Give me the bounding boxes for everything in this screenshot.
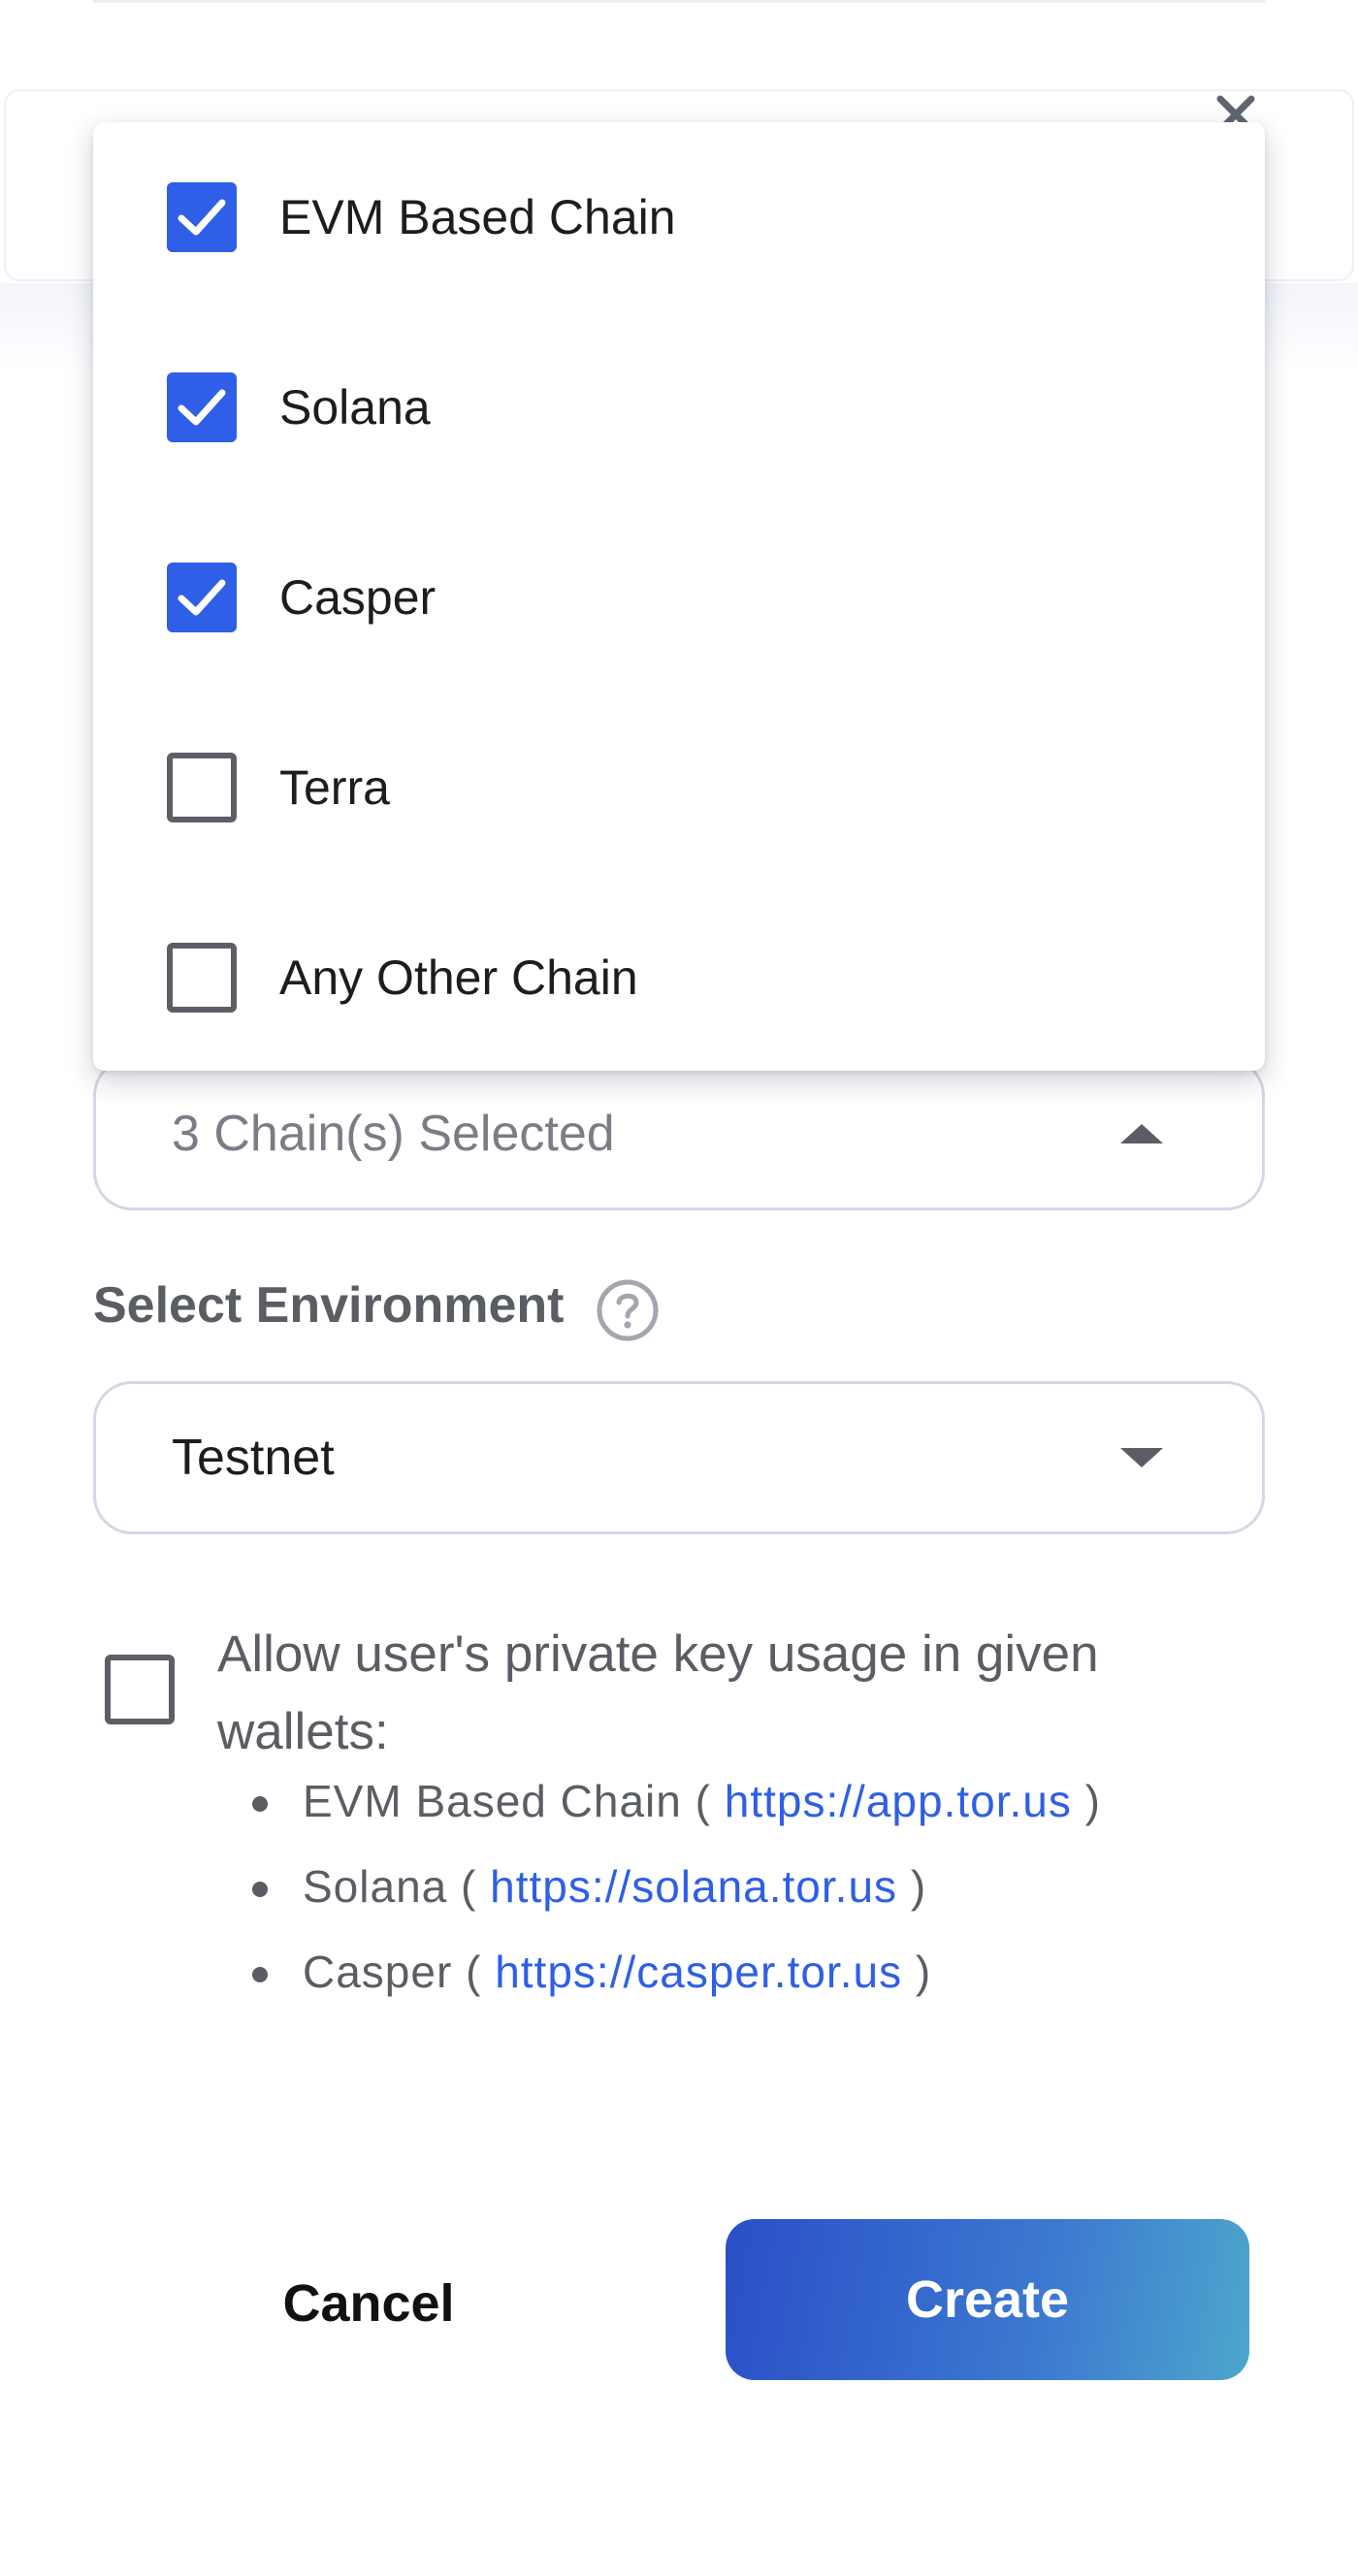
wallet-name: Casper	[303, 1947, 453, 1997]
checkbox-checked-icon[interactable]	[167, 182, 237, 252]
menu-item-label: Any Other Chain	[279, 950, 638, 1005]
chains-select[interactable]: 3 Chain(s) Selected	[93, 1057, 1265, 1210]
private-key-checkbox[interactable]	[105, 1655, 175, 1724]
create-button[interactable]: Create	[726, 2219, 1249, 2380]
environment-label: Select Environment	[93, 1277, 565, 1334]
menu-item-casper[interactable]: Casper	[93, 502, 1265, 692]
wallet-link[interactable]: https://casper.tor.us	[495, 1947, 902, 1997]
menu-item-label: Solana	[279, 380, 431, 435]
menu-item-label: Terra	[279, 760, 390, 815]
bullet-icon	[252, 1796, 268, 1812]
caret-up-icon	[1120, 1124, 1163, 1143]
chains-select-value: 3 Chain(s) Selected	[172, 1106, 615, 1162]
checkbox-checked-icon[interactable]	[167, 563, 237, 632]
checkbox-unchecked-icon[interactable]	[167, 943, 237, 1013]
bullet-icon	[252, 1882, 268, 1897]
private-key-text: Allow user's private key usage in given …	[217, 1626, 1099, 1760]
environment-select-value: Testnet	[172, 1430, 335, 1486]
background-divider	[93, 0, 1265, 3]
bullet-icon	[252, 1967, 268, 1982]
checkbox-checked-icon[interactable]	[167, 372, 237, 442]
menu-item-label: Casper	[279, 570, 436, 625]
menu-item-terra[interactable]: Terra	[93, 692, 1265, 883]
menu-item-any-other-chain[interactable]: Any Other Chain	[93, 883, 1265, 1073]
help-circle-icon[interactable]	[596, 1278, 660, 1342]
menu-item-label: EVM Based Chain	[279, 190, 676, 244]
cancel-button[interactable]: Cancel	[194, 2260, 543, 2347]
wallet-name: Solana	[303, 1861, 448, 1912]
wallet-link[interactable]: https://solana.tor.us	[490, 1861, 897, 1912]
wallet-link[interactable]: https://app.tor.us	[725, 1776, 1072, 1826]
caret-down-icon	[1120, 1448, 1163, 1467]
environment-select[interactable]: Testnet	[93, 1381, 1265, 1534]
wallet-name: EVM Based Chain	[303, 1776, 682, 1826]
chain-dropdown-menu: EVM Based Chain Solana Casper Terra Any …	[93, 122, 1265, 1071]
menu-item-solana[interactable]: Solana	[93, 312, 1265, 502]
menu-item-evm[interactable]: EVM Based Chain	[93, 122, 1265, 312]
checkbox-unchecked-icon[interactable]	[167, 753, 237, 822]
